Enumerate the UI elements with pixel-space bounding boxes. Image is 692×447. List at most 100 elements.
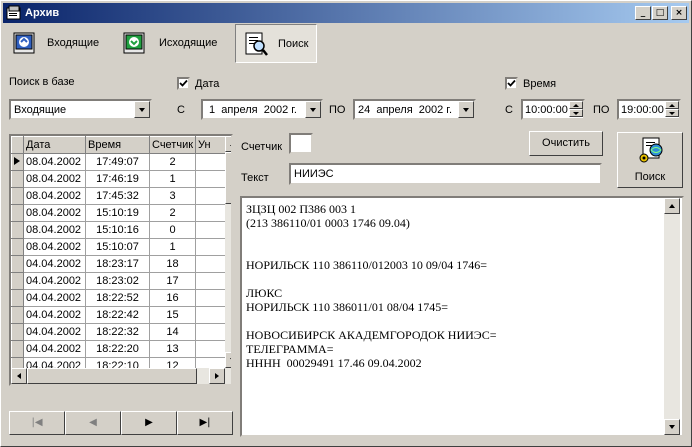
cell-date[interactable]: 04.04.2002 [23, 272, 86, 290]
spin-down-icon[interactable] [665, 109, 679, 117]
date-to-picker[interactable]: 24 апреля 2002 г. [353, 99, 476, 120]
cell-date[interactable]: 04.04.2002 [23, 306, 86, 324]
cell-un[interactable] [195, 306, 227, 324]
cell-counter[interactable]: 13 [149, 340, 197, 358]
search-button[interactable]: Поиск [617, 132, 683, 188]
cell-time[interactable]: 18:22:52 [85, 289, 150, 307]
scroll-right-icon[interactable] [209, 368, 225, 384]
row-indicator[interactable] [11, 187, 24, 205]
cell-date[interactable]: 04.04.2002 [23, 340, 86, 358]
cell-time[interactable]: 17:45:32 [85, 187, 150, 205]
results-grid[interactable]: Дата Время Счетчик Ун 08.04.2002 17:49:07… [9, 134, 233, 386]
cell-counter[interactable]: 1 [149, 238, 197, 256]
cell-date[interactable]: 08.04.2002 [23, 153, 86, 171]
cell-time[interactable]: 15:10:19 [85, 204, 150, 222]
row-indicator[interactable] [11, 255, 24, 273]
cell-counter[interactable]: 16 [149, 289, 197, 307]
scroll-down-icon[interactable] [225, 352, 231, 368]
message-scrollbar[interactable] [664, 198, 680, 435]
date-from-picker[interactable]: 1 апреля 2002 г. [201, 99, 323, 120]
tab-outbox[interactable]: Исходящие [115, 24, 231, 63]
message-viewer[interactable]: ЗЦЗЦ 002 П386 003 1 (213 386110/01 0003 1… [240, 196, 684, 437]
cell-time[interactable]: 17:49:07 [85, 153, 150, 171]
table-row[interactable]: 04.04.2002 18:22:32 14 [11, 323, 227, 341]
cell-time[interactable]: 18:22:32 [85, 323, 150, 341]
table-row[interactable]: 04.04.2002 18:22:52 16 [11, 289, 227, 307]
spin-up-icon[interactable] [569, 101, 583, 109]
table-row[interactable]: 04.04.2002 18:23:02 17 [11, 272, 227, 290]
spin-up-icon[interactable] [665, 101, 679, 109]
cell-counter[interactable]: 17 [149, 272, 197, 290]
row-indicator[interactable] [11, 221, 24, 239]
table-row[interactable]: 04.04.2002 18:23:17 18 [11, 255, 227, 273]
cell-un[interactable] [195, 187, 227, 205]
clear-button[interactable]: Очистить [529, 131, 603, 156]
date-checkbox[interactable] [177, 77, 190, 90]
cell-un[interactable] [195, 238, 227, 256]
cell-time[interactable]: 18:22:42 [85, 306, 150, 324]
row-indicator[interactable] [11, 323, 24, 341]
row-indicator[interactable] [11, 238, 24, 256]
table-row[interactable]: 08.04.2002 15:10:16 0 [11, 221, 227, 239]
cell-date[interactable]: 08.04.2002 [23, 238, 86, 256]
counter-input[interactable] [289, 133, 313, 154]
scroll-up-icon[interactable] [225, 136, 231, 152]
chevron-down-icon[interactable] [305, 101, 321, 118]
cell-un[interactable] [195, 323, 227, 341]
cell-counter[interactable]: 14 [149, 323, 197, 341]
scroll-down-icon[interactable] [664, 419, 680, 435]
cell-date[interactable]: 08.04.2002 [23, 221, 86, 239]
horizontal-scrollbar[interactable] [11, 368, 225, 384]
cell-un[interactable] [195, 153, 227, 171]
cell-time[interactable]: 17:46:19 [85, 170, 150, 188]
row-indicator[interactable] [11, 272, 24, 290]
cell-counter[interactable]: 15 [149, 306, 197, 324]
row-indicator[interactable] [11, 170, 24, 188]
cell-time[interactable]: 18:22:20 [85, 340, 150, 358]
cell-date[interactable]: 04.04.2002 [23, 255, 86, 273]
time-from-spinner[interactable]: 10:00:00 [521, 99, 585, 120]
row-indicator[interactable] [11, 306, 24, 324]
time-to-spinner[interactable]: 19:00:00 [617, 99, 681, 120]
scroll-thumb[interactable] [225, 152, 231, 204]
cell-un[interactable] [195, 272, 227, 290]
column-header-date[interactable]: Дата [23, 136, 86, 154]
column-header-time[interactable]: Время [85, 136, 150, 154]
scroll-up-icon[interactable] [664, 198, 680, 214]
text-input[interactable]: НИИЭС [289, 163, 602, 185]
row-indicator[interactable] [11, 289, 24, 307]
tab-search[interactable]: Поиск [235, 24, 317, 63]
row-indicator[interactable] [11, 204, 24, 222]
row-indicator[interactable] [11, 340, 24, 358]
cell-counter[interactable]: 1 [149, 170, 197, 188]
table-row[interactable]: 08.04.2002 15:10:07 1 [11, 238, 227, 256]
nav-last-button[interactable]: ▶| [177, 411, 233, 435]
chevron-down-icon[interactable] [458, 101, 474, 118]
vertical-scrollbar[interactable] [225, 136, 231, 384]
table-row[interactable]: 04.04.2002 18:22:42 15 [11, 306, 227, 324]
row-indicator[interactable] [11, 153, 24, 171]
cell-date[interactable]: 08.04.2002 [23, 170, 86, 188]
cell-date[interactable]: 04.04.2002 [23, 289, 86, 307]
cell-un[interactable] [195, 170, 227, 188]
cell-date[interactable]: 04.04.2002 [23, 323, 86, 341]
cell-counter[interactable]: 2 [149, 204, 197, 222]
chevron-down-icon[interactable] [134, 101, 150, 118]
hscroll-thumb[interactable] [27, 368, 197, 384]
cell-date[interactable]: 08.04.2002 [23, 187, 86, 205]
cell-counter[interactable]: 0 [149, 221, 197, 239]
table-row[interactable]: 08.04.2002 17:49:07 2 [11, 153, 227, 171]
scroll-left-icon[interactable] [11, 368, 27, 384]
cell-un[interactable] [195, 340, 227, 358]
table-row[interactable]: 08.04.2002 17:46:19 1 [11, 170, 227, 188]
cell-counter[interactable]: 18 [149, 255, 197, 273]
table-row[interactable]: 08.04.2002 17:45:32 3 [11, 187, 227, 205]
cell-counter[interactable]: 3 [149, 187, 197, 205]
minimize-button[interactable]: _ [635, 6, 651, 20]
time-checkbox[interactable] [505, 77, 518, 90]
cell-time[interactable]: 18:23:02 [85, 272, 150, 290]
cell-counter[interactable]: 2 [149, 153, 197, 171]
spin-down-icon[interactable] [569, 109, 583, 117]
cell-date[interactable]: 08.04.2002 [23, 204, 86, 222]
search-base-select[interactable]: Входящие [9, 99, 152, 120]
